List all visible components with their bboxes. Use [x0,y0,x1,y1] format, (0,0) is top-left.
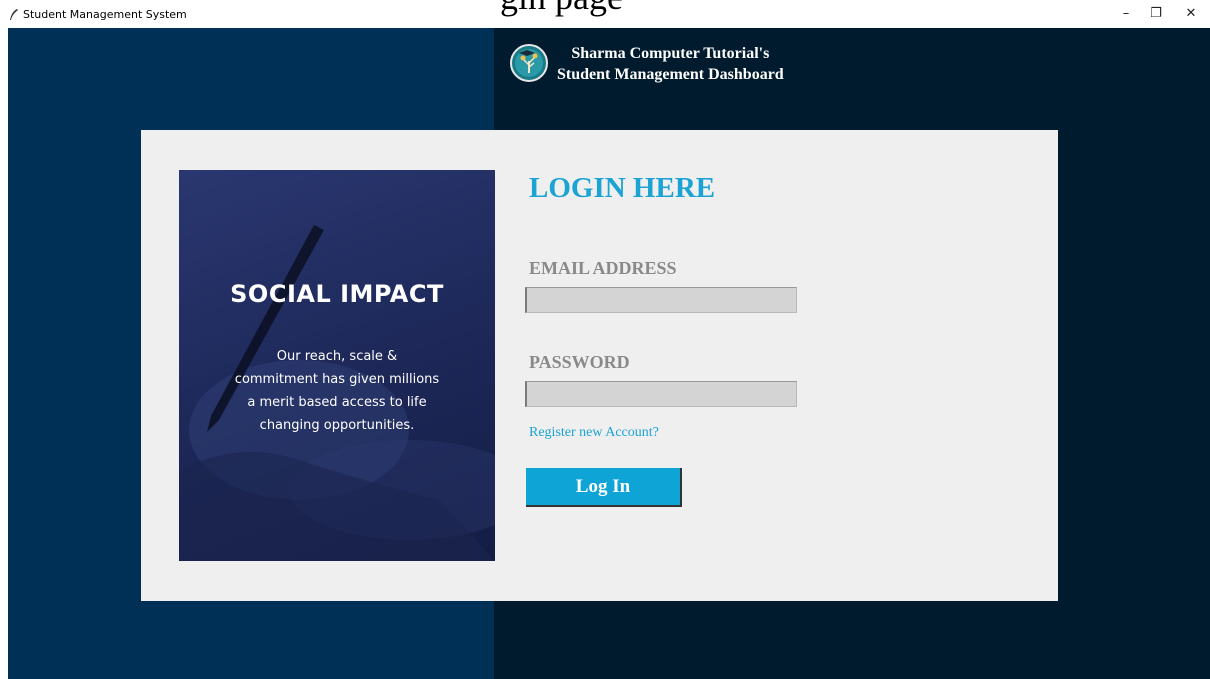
password-label: PASSWORD [529,352,630,372]
promo-body: Our reach, scale & commitment has given … [234,349,440,433]
close-button[interactable]: ✕ [1182,6,1200,22]
register-account-link[interactable]: Register new Account? [529,425,659,441]
graduate-tree-logo-icon [510,44,548,82]
header-title-line2: Student Management Dashboard [557,66,784,83]
password-field[interactable] [525,381,797,407]
log-in-button[interactable]: Log In [526,468,682,507]
email-label: EMAIL ADDRESS [529,258,677,278]
promo-title: SOCIAL IMPACT [230,280,444,308]
overlay-caption: gin page [500,0,623,18]
header-title-line1: Sharma Computer Tutorial's [571,45,770,62]
login-heading: LOGIN HERE [529,172,716,204]
header-title: Sharma Computer Tutorial's Student Manag… [557,43,784,85]
window-title: Student Management System [23,8,187,21]
email-field[interactable] [525,287,797,313]
feather-icon [10,9,18,20]
maximize-button[interactable]: ❐ [1147,6,1165,22]
social-impact-promo-image: SOCIAL IMPACT Our reach, scale & commitm… [179,170,495,561]
minimize-button[interactable]: – [1117,6,1135,22]
